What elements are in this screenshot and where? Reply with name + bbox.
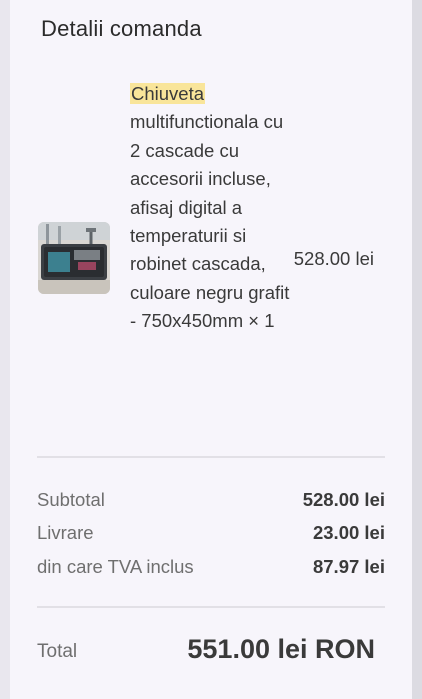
product-name[interactable]: Chiuveta multifunctionala cu 2 cascade c…: [130, 80, 290, 336]
shipping-value: 23.00 lei: [312, 522, 385, 543]
product-name-rest: multifunctionala cu 2 cascade cu accesor…: [130, 111, 290, 332]
subtotal-label: Subtotal: [37, 489, 105, 510]
product-price: 528.00 lei: [293, 248, 374, 269]
product-thumbnail[interactable]: [38, 222, 110, 294]
shipping-label: Livrare: [37, 522, 94, 543]
subtotal-row: Subtotal 528.00 lei: [37, 489, 385, 515]
sink-product-icon: [38, 222, 110, 294]
vat-label: din care TVA inclus: [37, 556, 194, 577]
vat-value: 87.97 lei: [312, 556, 385, 577]
scroll-edge: [412, 0, 422, 699]
section-title: Detalii comanda: [41, 16, 202, 41]
divider: [37, 606, 385, 608]
shipping-row: Livrare 23.00 lei: [37, 522, 385, 548]
product-name-highlight: Chiuveta: [130, 83, 206, 104]
total-value: 551.00 lei RON: [187, 634, 375, 664]
order-details-panel: Detalii comanda Chiuveta multifunctional…: [10, 0, 412, 699]
vat-row: din care TVA inclus 87.97 lei: [37, 556, 385, 582]
subtotal-value: 528.00 lei: [302, 489, 385, 510]
divider: [37, 456, 385, 458]
total-label: Total: [37, 641, 78, 662]
